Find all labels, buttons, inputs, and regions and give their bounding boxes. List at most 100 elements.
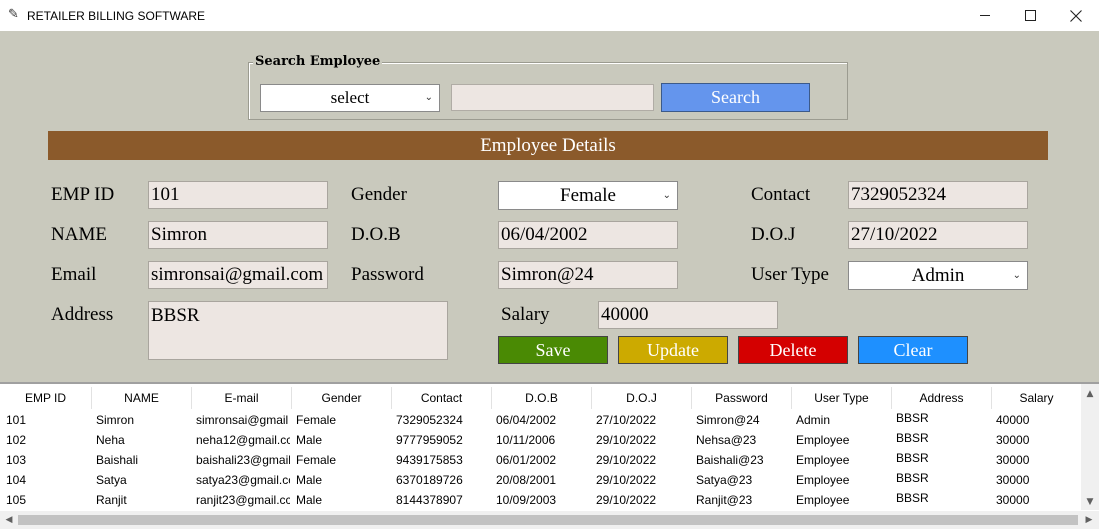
cell-address: BBSR	[896, 411, 929, 425]
gender-select-value: Female	[560, 185, 616, 206]
scroll-up-icon[interactable]: ▲	[1081, 386, 1099, 402]
column-header[interactable]: Password	[692, 387, 792, 409]
email-field[interactable]: simronsai@gmail.com	[148, 261, 328, 289]
column-header[interactable]: NAME	[92, 387, 192, 409]
cell-salary: 30000	[996, 493, 1030, 507]
empid-field[interactable]: 101	[148, 181, 328, 209]
chevron-down-icon: ⌄	[1012, 270, 1021, 281]
horizontal-scrollbar[interactable]: ◀ ▶	[0, 511, 1099, 529]
cell-password: Baishali@23	[696, 453, 764, 467]
employee-table[interactable]: EMP ID NAME E-mail Gender Contact D.O.B …	[0, 382, 1099, 530]
cell-address: BBSR	[896, 431, 929, 445]
cell-name: Ranjit	[96, 493, 127, 507]
chevron-down-icon: ⌄	[662, 190, 671, 201]
window-title: RETAILER BILLING SOFTWARE	[27, 9, 206, 23]
doj-label: D.O.J	[751, 224, 796, 245]
vertical-scrollbar[interactable]: ▲ ▼	[1081, 384, 1099, 510]
contact-label: Contact	[751, 184, 811, 205]
search-by-select[interactable]: select ⌄	[260, 84, 440, 112]
cell-dob: 10/09/2003	[496, 493, 557, 507]
cell-gender: Male	[296, 493, 323, 507]
search-legend: Search Employee	[253, 54, 383, 69]
usertype-select[interactable]: Admin ⌄	[848, 261, 1028, 290]
cell-address: BBSR	[896, 471, 929, 485]
cell-salary: 40000	[996, 413, 1030, 427]
update-button[interactable]: Update	[618, 336, 728, 364]
column-header[interactable]: Contact	[392, 387, 492, 409]
cell-empid: 101	[6, 413, 27, 427]
column-header[interactable]: D.O.J	[592, 387, 692, 409]
maximize-icon	[1024, 10, 1036, 21]
password-field[interactable]: Simron@24	[498, 261, 678, 289]
cell-doj: 29/10/2022	[596, 473, 657, 487]
address-label: Address	[51, 304, 114, 325]
cell-password: Nehsa@23	[696, 433, 757, 447]
cell-usertype: Employee	[796, 493, 850, 507]
table-row[interactable]: 105 Ranjit ranjit23@gmail.cc Male 814437…	[0, 490, 1081, 510]
cell-name: Satya	[96, 473, 127, 487]
maximize-button[interactable]	[1007, 0, 1053, 31]
doj-field[interactable]: 27/10/2022	[848, 221, 1028, 249]
cell-salary: 30000	[996, 433, 1030, 447]
scroll-down-icon[interactable]: ▼	[1081, 494, 1099, 510]
column-header[interactable]: EMP ID	[0, 387, 92, 409]
main-panel: Search Employee select ⌄ Search Employee…	[0, 31, 1099, 382]
cell-usertype: Employee	[796, 473, 850, 487]
search-button[interactable]: Search	[661, 83, 810, 112]
scroll-right-icon[interactable]: ▶	[1081, 511, 1097, 529]
salary-field[interactable]: 40000	[598, 301, 778, 329]
search-group: Search Employee select ⌄ Search	[248, 54, 848, 120]
dob-field[interactable]: 06/04/2002	[498, 221, 678, 249]
table-row[interactable]: 101 Simron simronsai@gmail Female 732905…	[0, 410, 1081, 430]
clear-button[interactable]: Clear	[858, 336, 968, 364]
search-input[interactable]	[451, 84, 654, 111]
cell-dob: 06/04/2002	[496, 413, 557, 427]
table-row[interactable]: 103 Baishali baishali23@gmail Female 943…	[0, 450, 1081, 470]
cell-email: satya23@gmail.cc	[196, 473, 290, 487]
delete-button[interactable]: Delete	[738, 336, 848, 364]
cell-empid: 104	[6, 473, 27, 487]
contact-field[interactable]: 7329052324	[848, 181, 1028, 209]
cell-doj: 29/10/2022	[596, 433, 657, 447]
gender-label: Gender	[351, 184, 407, 205]
close-icon	[1070, 9, 1082, 22]
cell-gender: Female	[296, 413, 337, 427]
cell-password: Ranjit@23	[696, 493, 753, 507]
cell-empid: 102	[6, 433, 27, 447]
password-label: Password	[351, 264, 424, 285]
cell-usertype: Employee	[796, 453, 850, 467]
email-label: Email	[51, 264, 97, 285]
column-header[interactable]: Address	[892, 387, 992, 409]
save-button[interactable]: Save	[498, 336, 608, 364]
column-header[interactable]: Salary	[992, 387, 1081, 409]
cell-name: Neha	[96, 433, 125, 447]
name-field[interactable]: Simron	[148, 221, 328, 249]
table-row[interactable]: 104 Satya satya23@gmail.cc Male 63701897…	[0, 470, 1081, 490]
cell-email: baishali23@gmail	[196, 453, 290, 467]
cell-email: ranjit23@gmail.cc	[196, 493, 290, 507]
cell-name: Simron	[96, 413, 135, 427]
salary-label: Salary	[501, 304, 550, 325]
horizontal-scroll-thumb[interactable]	[18, 515, 1078, 525]
cell-doj: 29/10/2022	[596, 453, 657, 467]
title-bar: ✎ RETAILER BILLING SOFTWARE	[0, 0, 1099, 31]
cell-gender: Female	[296, 453, 337, 467]
column-header[interactable]: User Type	[792, 387, 892, 409]
cell-empid: 105	[6, 493, 27, 507]
cell-password: Simron@24	[696, 413, 760, 427]
minimize-button[interactable]	[962, 0, 1008, 31]
cell-gender: Male	[296, 473, 323, 487]
usertype-label: User Type	[751, 264, 829, 285]
column-header[interactable]: D.O.B	[492, 387, 592, 409]
cell-contact: 9777959052	[396, 433, 463, 447]
column-header[interactable]: Gender	[292, 387, 392, 409]
table-row[interactable]: 102 Neha neha12@gmail.cc Male 9777959052…	[0, 430, 1081, 450]
gender-select[interactable]: Female ⌄	[498, 181, 678, 210]
scroll-left-icon[interactable]: ◀	[1, 511, 17, 529]
close-button[interactable]	[1053, 0, 1099, 31]
cell-empid: 103	[6, 453, 27, 467]
chevron-down-icon: ⌄	[424, 92, 433, 103]
dob-label: D.O.B	[351, 224, 401, 245]
column-header[interactable]: E-mail	[192, 387, 292, 409]
address-field[interactable]: BBSR	[148, 301, 448, 360]
